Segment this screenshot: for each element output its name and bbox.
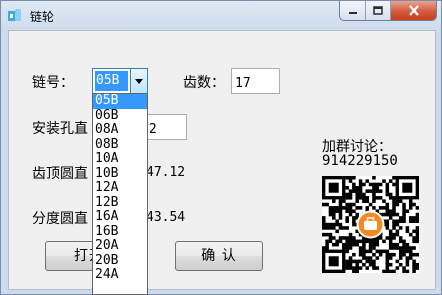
bore-label: 安装孔直 (32, 121, 88, 137)
chain-number-selected: 05B (95, 71, 128, 91)
pitch-diameter-label: 分度圆直 (32, 211, 88, 227)
minimize-icon (348, 11, 357, 14)
pitch-diameter-value: 43.54 (146, 210, 186, 225)
dropdown-option[interactable]: 16B (93, 224, 147, 240)
dropdown-option[interactable]: 12B (93, 195, 147, 211)
teeth-input[interactable] (231, 68, 280, 94)
dropdown-arrow-button[interactable] (130, 69, 147, 93)
minimize-button[interactable] (340, 1, 366, 20)
close-icon (408, 5, 419, 16)
chain-number-label: 链号： (32, 75, 74, 91)
maximize-icon (373, 5, 383, 15)
close-button[interactable] (391, 1, 436, 20)
tip-diameter-label: 齿顶圆直 (32, 166, 88, 182)
confirm-button[interactable]: 确 认 (175, 241, 263, 271)
dropdown-option[interactable]: 16A (93, 209, 147, 225)
group-number: 914229150 (322, 153, 398, 169)
dropdown-option[interactable]: 24A (93, 267, 147, 283)
window-title: 链轮 (30, 10, 55, 24)
dropdown-option[interactable]: 10A (93, 151, 147, 167)
window-controls (339, 1, 437, 21)
title-bar[interactable]: 链轮 (1, 1, 441, 31)
app-icon (8, 9, 21, 21)
dropdown-option[interactable]: 06B (93, 108, 147, 124)
teeth-label: 齿数： (183, 75, 225, 91)
dropdown-option[interactable]: 12A (93, 180, 147, 196)
dropdown-option[interactable]: 08B (93, 137, 147, 153)
chain-number-combobox[interactable]: 05B (92, 68, 148, 94)
qr-code-icon (322, 176, 419, 273)
dropdown-option[interactable]: 08A (93, 122, 147, 138)
dropdown-option[interactable]: 20B (93, 253, 147, 269)
chevron-down-icon (135, 78, 143, 84)
dropdown-option[interactable]: 05B (93, 94, 147, 109)
chain-number-dropdown-list[interactable]: 05B 06B 08A 08B 10A 10B 12A 12B 16A 16B 20A 20B 24A (92, 93, 148, 295)
tip-diameter-value: 47.12 (146, 165, 186, 180)
maximize-button[interactable] (366, 1, 391, 20)
dropdown-option[interactable]: 10B (93, 166, 147, 182)
dropdown-option[interactable]: 20A (93, 238, 147, 254)
